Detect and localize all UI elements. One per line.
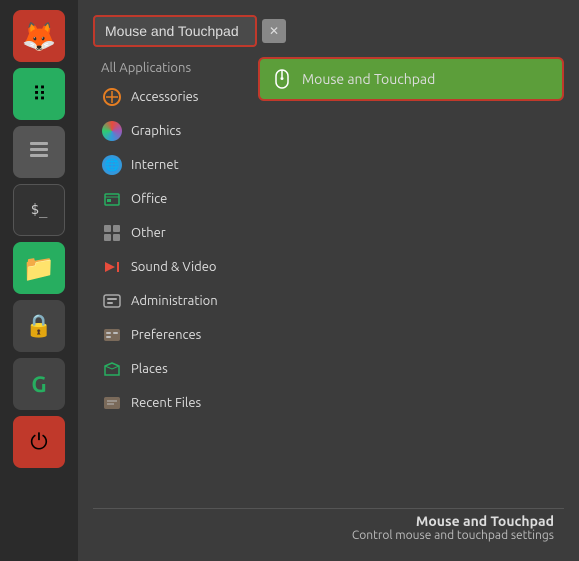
recent-files-icon bbox=[101, 392, 123, 414]
category-all[interactable]: All Applications bbox=[93, 57, 248, 79]
category-administration[interactable]: Administration bbox=[93, 285, 248, 317]
lock-icon: 🔒 bbox=[25, 313, 52, 339]
status-app-desc: Control mouse and touchpad settings bbox=[103, 529, 554, 542]
sound-video-label: Sound & Video bbox=[131, 260, 217, 274]
other-icon bbox=[101, 222, 123, 244]
category-office[interactable]: Office bbox=[93, 183, 248, 215]
office-icon bbox=[101, 188, 123, 210]
category-internet[interactable]: 🌐 Internet bbox=[93, 149, 248, 181]
recent-files-label: Recent Files bbox=[131, 396, 201, 410]
category-places[interactable]: Places bbox=[93, 353, 248, 385]
preferences-label: Preferences bbox=[131, 328, 201, 342]
content-area: All Applications Accessories Graphics bbox=[93, 57, 564, 498]
main-panel: ✕ All Applications Accessories bbox=[78, 0, 579, 561]
taskbar-grammarly[interactable]: G bbox=[13, 358, 65, 410]
category-sound-video[interactable]: Sound & Video bbox=[93, 251, 248, 283]
results-panel: Mouse and Touchpad bbox=[258, 57, 564, 498]
taskbar-files[interactable]: 📁 bbox=[13, 242, 65, 294]
grid-icon: ⠿ bbox=[32, 82, 46, 106]
category-other[interactable]: Other bbox=[93, 217, 248, 249]
result-mouse-touchpad[interactable]: Mouse and Touchpad bbox=[258, 57, 564, 101]
category-recent-files[interactable]: Recent Files bbox=[93, 387, 248, 419]
administration-icon bbox=[101, 290, 123, 312]
internet-icon: 🌐 bbox=[101, 154, 123, 176]
places-label: Places bbox=[131, 362, 168, 376]
administration-label: Administration bbox=[131, 294, 218, 308]
office-label: Office bbox=[131, 192, 167, 206]
status-app-name: Mouse and Touchpad bbox=[103, 513, 554, 529]
grammarly-icon: G bbox=[31, 372, 46, 397]
search-input-wrapper[interactable] bbox=[93, 15, 257, 47]
power-icon: ⏻ bbox=[30, 429, 47, 455]
search-input[interactable] bbox=[105, 23, 245, 39]
taskbar: 🦊 ⠿ $_ 📁 🔒 G ⏻ bbox=[0, 0, 78, 561]
clear-button[interactable]: ✕ bbox=[262, 19, 286, 43]
taskbar-switcher[interactable] bbox=[13, 126, 65, 178]
graphics-label: Graphics bbox=[131, 124, 181, 138]
search-bar: ✕ bbox=[93, 15, 564, 47]
sound-video-icon bbox=[101, 256, 123, 278]
taskbar-grid[interactable]: ⠿ bbox=[13, 68, 65, 120]
taskbar-firefox[interactable]: 🦊 bbox=[13, 10, 65, 62]
category-accessories[interactable]: Accessories bbox=[93, 81, 248, 113]
taskbar-power[interactable]: ⏻ bbox=[13, 416, 65, 468]
accessories-label: Accessories bbox=[131, 90, 198, 104]
category-preferences[interactable]: Preferences bbox=[93, 319, 248, 351]
firefox-icon: 🦊 bbox=[22, 20, 57, 53]
graphics-icon bbox=[101, 120, 123, 142]
result-label: Mouse and Touchpad bbox=[302, 71, 435, 87]
accessories-icon bbox=[101, 86, 123, 108]
taskbar-terminal[interactable]: $_ bbox=[13, 184, 65, 236]
folder-icon: 📁 bbox=[23, 253, 55, 284]
terminal-icon: $_ bbox=[31, 202, 48, 218]
switcher-icon bbox=[27, 138, 51, 166]
preferences-icon bbox=[101, 324, 123, 346]
categories-panel: All Applications Accessories Graphics bbox=[93, 57, 248, 498]
other-label: Other bbox=[131, 226, 166, 240]
category-graphics[interactable]: Graphics bbox=[93, 115, 248, 147]
internet-label: Internet bbox=[131, 158, 179, 172]
clear-icon: ✕ bbox=[269, 24, 279, 38]
mouse-touchpad-icon bbox=[270, 67, 294, 91]
taskbar-lock[interactable]: 🔒 bbox=[13, 300, 65, 352]
places-icon bbox=[101, 358, 123, 380]
status-bar: Mouse and Touchpad Control mouse and tou… bbox=[93, 508, 564, 546]
